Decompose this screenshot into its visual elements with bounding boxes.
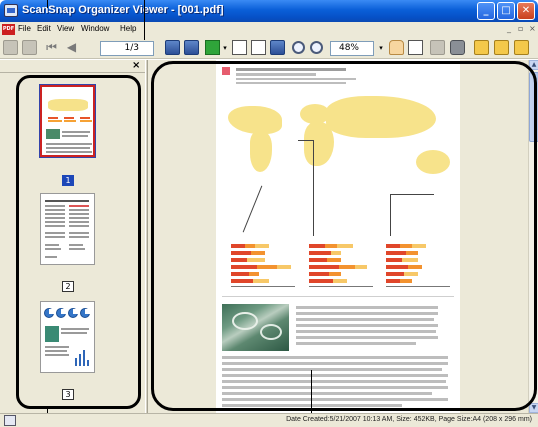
zoom-out-icon[interactable] (310, 41, 323, 54)
rotate-right-icon[interactable] (514, 40, 529, 55)
zoom-in-icon[interactable] (292, 41, 305, 54)
menu-edit[interactable]: Edit (37, 24, 51, 33)
menu-view[interactable]: View (57, 24, 74, 33)
save-icon[interactable] (3, 40, 18, 55)
display-mode-dropdown[interactable]: ▾ (221, 41, 229, 56)
zoom-area-icon[interactable] (408, 40, 423, 55)
zoom-dropdown[interactable]: ▾ (377, 41, 385, 56)
viewer-window: ScanSnap Organizer Viewer - [001.pdf] _ … (0, 0, 538, 427)
callout-line (47, 0, 48, 8)
doc-restore-button[interactable]: ▫ (518, 24, 523, 33)
minimize-button[interactable]: _ (477, 2, 495, 20)
menu-file[interactable]: File (18, 24, 31, 33)
document-area-callout-frame (151, 61, 537, 411)
menu-help[interactable]: Help (120, 24, 136, 33)
pdf-document-icon[interactable]: PDF (2, 24, 15, 35)
doc-minimize-button[interactable]: _ (507, 24, 511, 33)
app-icon[interactable] (4, 4, 18, 17)
page-number-field[interactable]: 1/3 (100, 41, 154, 56)
toolbar: ⏮ ◀ (0, 37, 538, 59)
window-title: ScanSnap Organizer Viewer - [001.pdf] (22, 4, 224, 16)
title-bar[interactable]: ScanSnap Organizer Viewer - [001.pdf] _ … (0, 0, 538, 22)
rotate-180-icon[interactable] (494, 40, 509, 55)
rotate-left-icon[interactable] (474, 40, 489, 55)
undo-icon[interactable] (430, 40, 445, 55)
first-page-icon[interactable]: ⏮ (44, 40, 59, 55)
menu-bar: PDF File Edit View Window Help _ ▫ × (0, 22, 538, 37)
previous-page-icon[interactable]: ◀ (64, 40, 79, 55)
fit-page-icon[interactable] (251, 40, 266, 55)
menu-window[interactable]: Window (81, 24, 109, 33)
status-bar: Date Created:5/21/2007 10:13 AM, Size: 4… (0, 413, 538, 427)
thumbnail-area-callout-frame (16, 75, 141, 409)
thumbnail-panel-header (0, 60, 145, 73)
fit-width-icon[interactable] (232, 40, 247, 55)
zoom-field[interactable]: 48% (330, 41, 374, 56)
hand-tool-icon[interactable] (389, 40, 404, 55)
print-icon[interactable] (22, 40, 37, 55)
panel-close-button[interactable]: × (132, 61, 140, 71)
doc-close-button[interactable]: × (529, 24, 536, 33)
callout-line (144, 0, 145, 40)
status-text: Date Created:5/21/2007 10:13 AM, Size: 4… (286, 416, 532, 423)
next-page-icon[interactable] (165, 40, 180, 55)
maximize-button[interactable]: □ (497, 2, 515, 20)
status-document-icon (4, 415, 16, 426)
single-page-icon[interactable] (270, 40, 285, 55)
display-mode-icon[interactable] (205, 40, 220, 55)
close-button[interactable]: ✕ (517, 2, 535, 20)
delete-icon[interactable] (450, 40, 465, 55)
last-page-icon[interactable] (184, 40, 199, 55)
